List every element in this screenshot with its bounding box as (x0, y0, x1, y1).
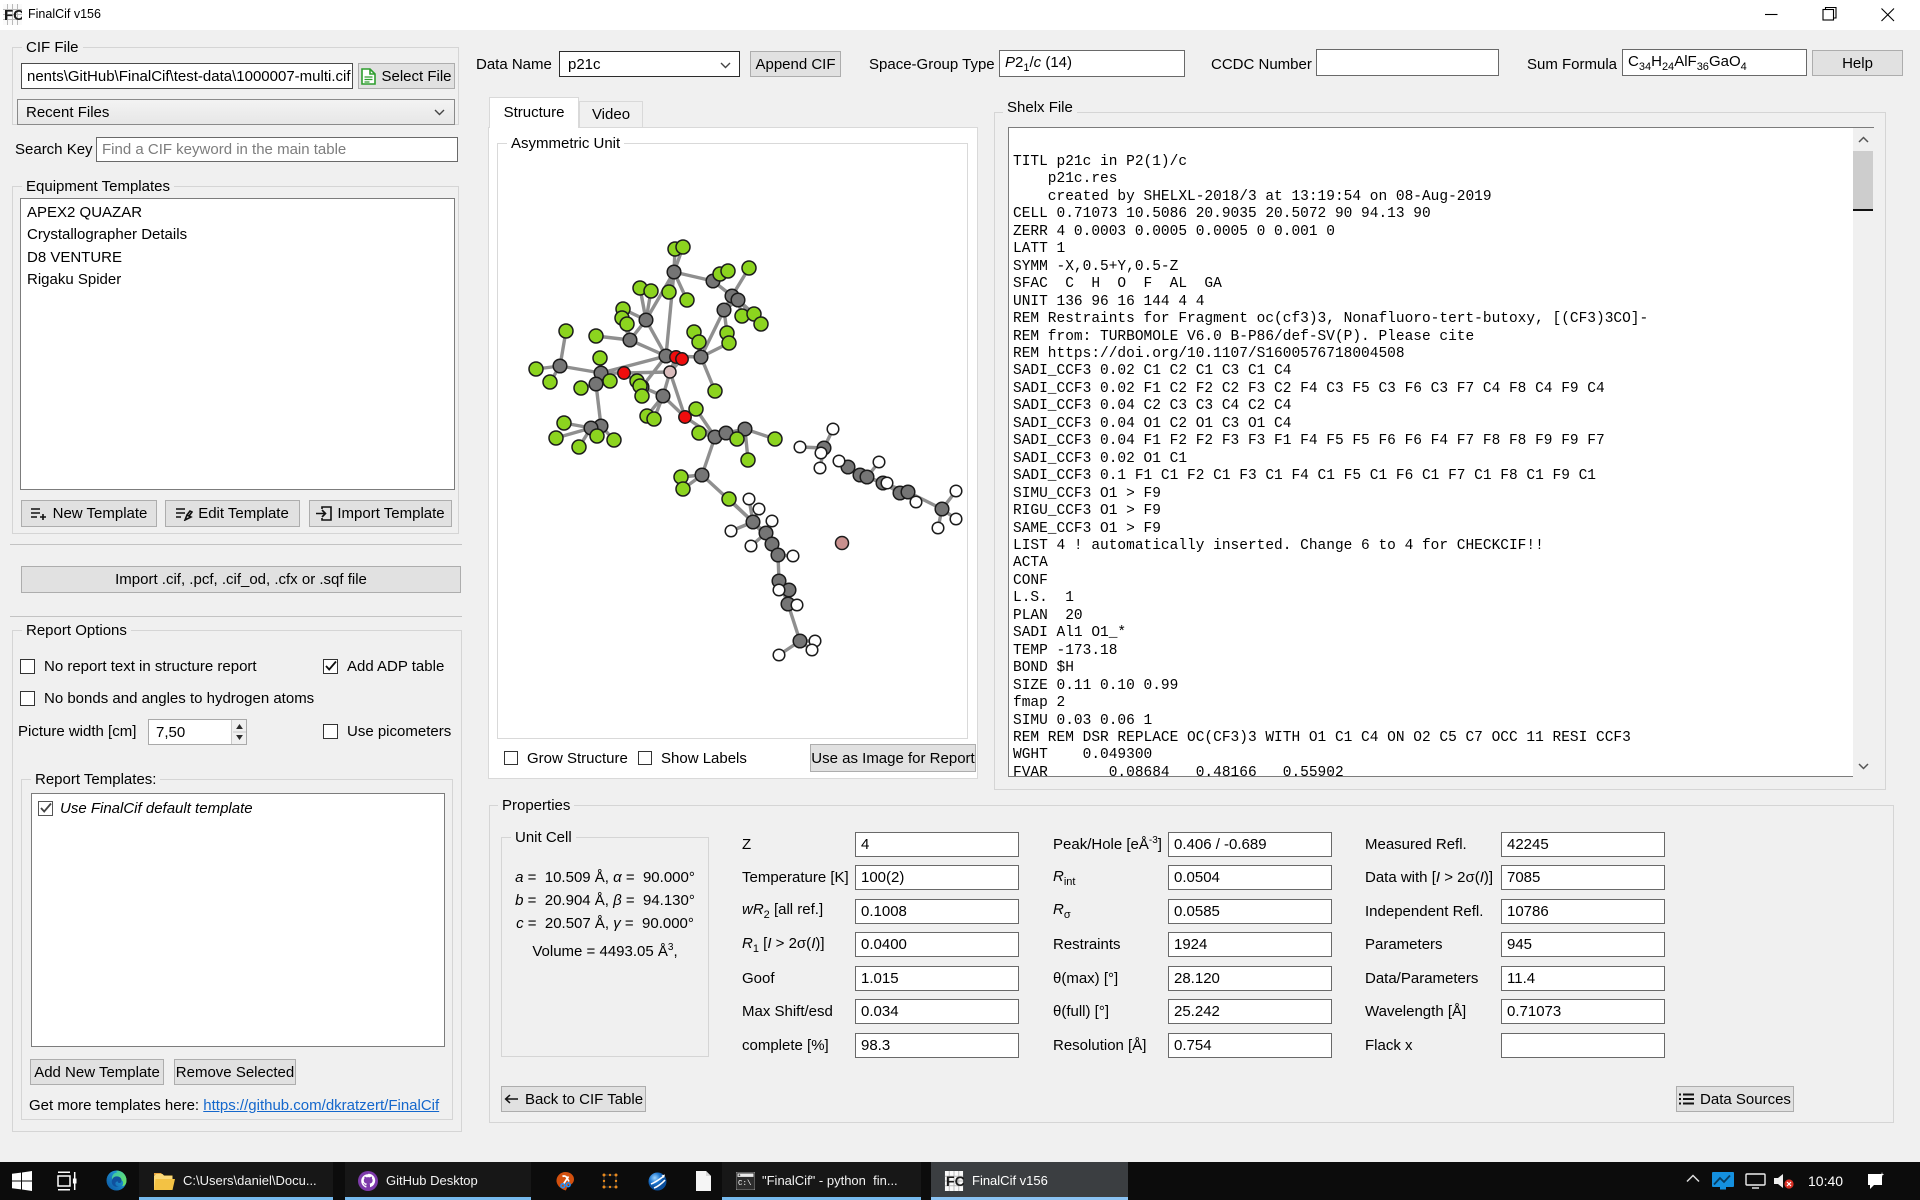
svg-text:C:\: C:\ (738, 1180, 752, 1188)
svg-text:FC: FC (4, 7, 22, 24)
svg-text:FC: FC (946, 1174, 964, 1190)
